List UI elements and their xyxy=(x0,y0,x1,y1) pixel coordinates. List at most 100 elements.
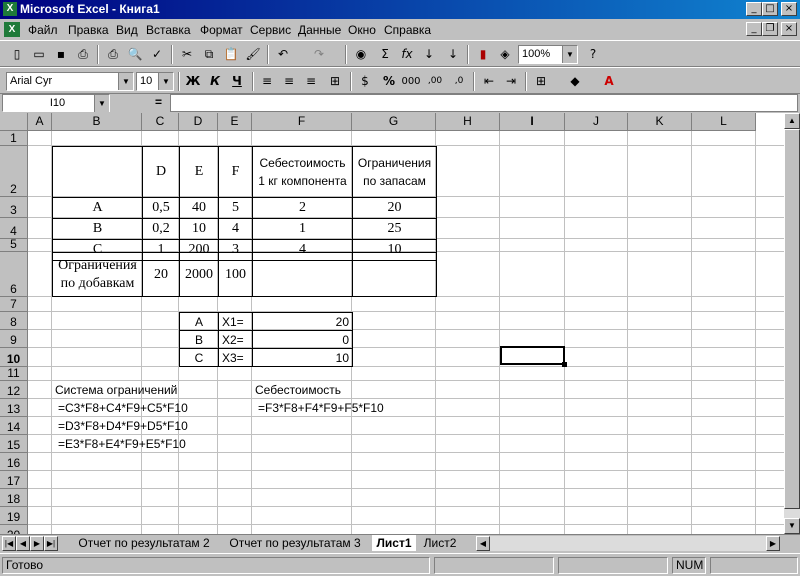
align-left-icon[interactable]: ≡ xyxy=(256,72,278,91)
hscroll-right-icon[interactable]: ▶ xyxy=(766,536,780,551)
spelling-icon[interactable]: ✓ xyxy=(146,45,168,64)
font-color-icon[interactable]: A xyxy=(598,72,620,91)
fill-handle[interactable] xyxy=(562,362,567,367)
undo-icon[interactable]: ↶ xyxy=(272,45,294,64)
bold-button[interactable]: Ж xyxy=(182,72,204,91)
cell-F10[interactable]: 10 xyxy=(252,348,353,367)
row-header-18[interactable]: 18 xyxy=(0,489,28,507)
cell-F9[interactable]: 0 xyxy=(252,330,353,349)
cell-C3[interactable]: 0,5 xyxy=(142,197,180,219)
cell-F4[interactable]: 1 xyxy=(252,218,353,240)
cell-E3[interactable]: 5 xyxy=(218,197,253,219)
doc-close-button[interactable]: × xyxy=(781,22,797,36)
row-header-7[interactable]: 7 xyxy=(0,297,28,312)
menu-insert[interactable]: Вставка xyxy=(146,23,191,37)
cell-B4[interactable]: B xyxy=(52,218,143,240)
increase-indent-icon[interactable]: ⇥ xyxy=(500,72,522,91)
row-header-2[interactable]: 2 xyxy=(0,146,28,197)
row-header-10[interactable]: 10 xyxy=(0,348,28,367)
drawing-icon[interactable]: ◈ xyxy=(494,45,516,64)
column-header-D[interactable]: D xyxy=(179,113,218,131)
cell-F6[interactable] xyxy=(252,252,353,297)
cell-D9[interactable]: B xyxy=(179,330,219,349)
menu-file[interactable]: Файл xyxy=(28,23,58,37)
cell-B15[interactable]: =E3*F8+E4*F9+E5*F10 xyxy=(58,435,186,453)
function-icon[interactable]: fx xyxy=(396,45,418,64)
column-header-A[interactable]: A xyxy=(28,113,52,131)
cell-B3[interactable]: A xyxy=(52,197,143,219)
menu-help[interactable]: Справка xyxy=(384,23,431,37)
cell-B6[interactable]: Ограничения по добавкам xyxy=(52,252,143,297)
row-header-12[interactable]: 12 xyxy=(0,381,28,399)
percent-button[interactable]: % xyxy=(378,72,400,91)
menu-data[interactable]: Данные xyxy=(298,23,341,37)
cell-B12[interactable]: Система ограничений xyxy=(55,381,177,399)
cell-C6[interactable]: 20 xyxy=(142,252,180,297)
first-sheet-icon[interactable]: |◀ xyxy=(2,536,16,551)
font-select[interactable]: Arial Cyr ▼ xyxy=(6,72,134,91)
tab-sheet1[interactable]: Лист1 xyxy=(372,535,416,551)
paste-icon[interactable]: 📋 xyxy=(220,45,242,64)
formula-input[interactable] xyxy=(170,94,798,112)
open-folder-icon[interactable]: ▭ xyxy=(28,45,50,64)
row-header-3[interactable]: 3 xyxy=(0,197,28,218)
row-header-20[interactable]: 20 xyxy=(0,525,28,534)
select-all-corner[interactable] xyxy=(0,113,28,131)
row-header-17[interactable]: 17 xyxy=(0,471,28,489)
font-size-select[interactable]: 10 ▼ xyxy=(136,72,174,91)
close-button[interactable]: × xyxy=(781,2,797,16)
row-header-9[interactable]: 9 xyxy=(0,330,28,348)
cell-D10[interactable]: C xyxy=(179,348,219,367)
worksheet-grid[interactable]: ABCDEFGHIJKL 1 2 3 4 5 6 7 8 9 10 11 12 13 14 15 16 17 18… xyxy=(0,113,784,534)
hscroll-left-icon[interactable]: ◀ xyxy=(476,536,490,551)
column-header-K[interactable]: K xyxy=(628,113,692,131)
increase-decimal-icon[interactable]: ,00 xyxy=(424,72,446,91)
cell-B13[interactable]: =C3*F8+C4*F9+C5*F10 xyxy=(58,399,188,417)
currency-icon[interactable]: $ xyxy=(354,72,376,91)
horizontal-scroll-track[interactable] xyxy=(490,536,766,551)
column-header-B[interactable]: B xyxy=(52,113,142,131)
scroll-down-icon[interactable]: ▼ xyxy=(784,518,800,534)
align-right-icon[interactable]: ≡ xyxy=(300,72,322,91)
cell-E2[interactable]: F xyxy=(218,146,253,198)
web-icon[interactable]: ◉ xyxy=(350,45,372,64)
row-header-14[interactable]: 14 xyxy=(0,417,28,435)
align-center-icon[interactable]: ≡ xyxy=(278,72,300,91)
cell-E9[interactable]: X2= xyxy=(218,330,253,349)
fill-color-icon[interactable]: ◆ xyxy=(564,72,586,91)
cell-E6[interactable]: 100 xyxy=(218,252,253,297)
cell-F3[interactable]: 2 xyxy=(252,197,353,219)
cell-F2[interactable]: Себестоимость 1 кг компонента xyxy=(252,146,353,198)
help-icon[interactable]: ? xyxy=(582,45,604,64)
print-icon[interactable]: ⎙ xyxy=(102,45,124,64)
cell-F8[interactable]: 20 xyxy=(252,312,353,331)
cell-B2[interactable] xyxy=(52,146,143,198)
cell-G4[interactable]: 25 xyxy=(352,218,437,240)
cell-E4[interactable]: 4 xyxy=(218,218,253,240)
column-header-F[interactable]: F xyxy=(252,113,352,131)
column-header-C[interactable]: C xyxy=(142,113,179,131)
cell-E8[interactable]: X1= xyxy=(218,312,253,331)
format-painter-icon[interactable]: 🖌 xyxy=(242,45,264,64)
sort-descending-icon[interactable]: ↓ xyxy=(442,45,464,64)
thousands-button[interactable]: 000 xyxy=(400,72,422,91)
active-cell-I10[interactable] xyxy=(500,346,565,365)
column-header-I[interactable]: I xyxy=(500,113,565,131)
cell-D8[interactable]: A xyxy=(179,312,219,331)
sort-ascending-icon[interactable]: ↓ xyxy=(418,45,440,64)
maximize-button[interactable]: □ xyxy=(762,2,778,16)
row-header-19[interactable]: 19 xyxy=(0,507,28,525)
italic-button[interactable]: К xyxy=(204,72,226,91)
tab-report-3[interactable]: Отчет по результатам 3 xyxy=(222,535,368,551)
chart-wizard-icon[interactable]: ▮ xyxy=(472,45,494,64)
next-sheet-icon[interactable]: ▶ xyxy=(30,536,44,551)
borders-icon[interactable]: ⊞ xyxy=(530,72,552,91)
cut-icon[interactable]: ✂ xyxy=(176,45,198,64)
redo-icon[interactable]: ↷ xyxy=(308,45,330,64)
row-header-5[interactable]: 5 xyxy=(0,237,28,252)
menu-view[interactable]: Вид xyxy=(116,23,138,37)
doc-restore-button[interactable]: ❐ xyxy=(762,22,778,36)
row-header-13[interactable]: 13 xyxy=(0,399,28,417)
underline-button[interactable]: Ч xyxy=(226,72,248,91)
scroll-up-icon[interactable]: ▲ xyxy=(784,113,800,129)
